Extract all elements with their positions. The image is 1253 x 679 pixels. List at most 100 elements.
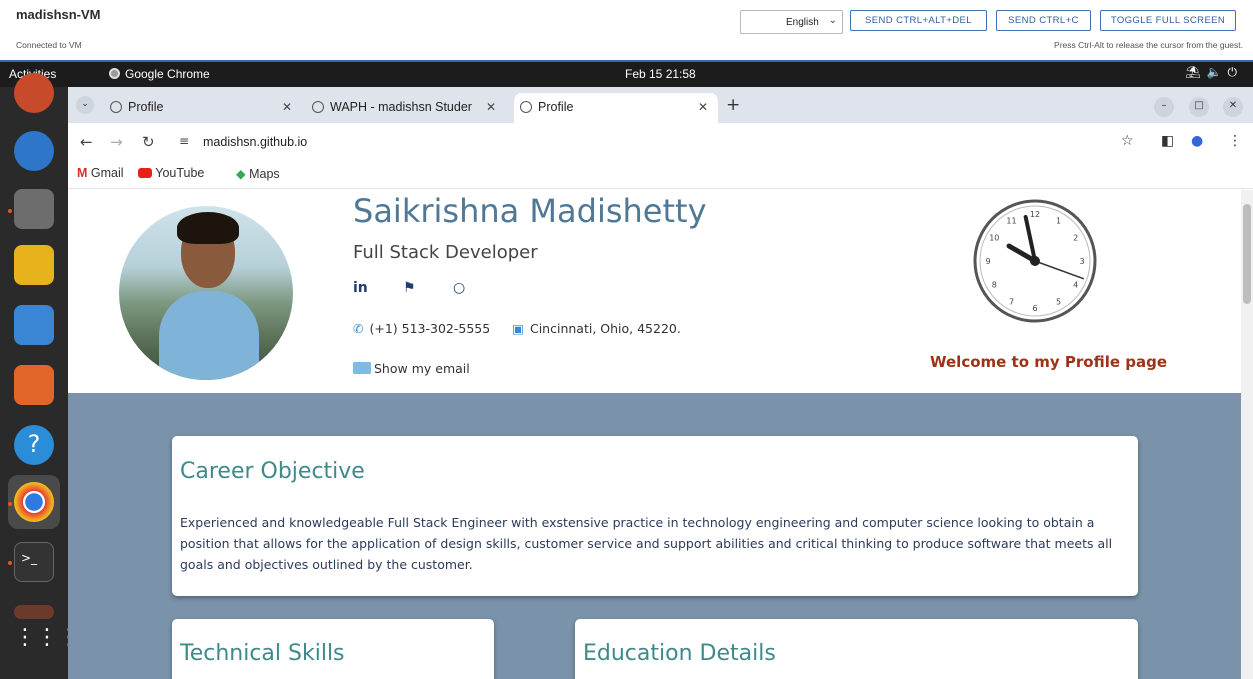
clock-number-3: 3 bbox=[1079, 257, 1084, 266]
send-ctrl-alt-del-button[interactable]: SEND CTRL+ALT+DEL bbox=[850, 10, 987, 31]
help-icon[interactable]: ? bbox=[14, 425, 54, 465]
page-scrollbar[interactable] bbox=[1241, 190, 1253, 679]
github-icon[interactable]: ○ bbox=[453, 280, 503, 296]
bookmark-label: YouTube bbox=[155, 166, 205, 180]
running-indicator bbox=[8, 561, 12, 565]
bookmark-maps[interactable]: ◆ Maps bbox=[236, 166, 280, 181]
close-icon[interactable]: ✕ bbox=[481, 100, 496, 114]
envelope-icon bbox=[353, 362, 371, 374]
clock-number-9: 9 bbox=[985, 257, 990, 266]
maximize-icon[interactable]: □ bbox=[1189, 97, 1209, 117]
reload-icon[interactable]: ↻ bbox=[142, 133, 155, 151]
career-objective-card: Career Objective Experienced and knowled… bbox=[172, 436, 1138, 596]
welcome-message: Welcome to my Profile page bbox=[930, 353, 1167, 371]
clock-number-12: 12 bbox=[1030, 210, 1040, 219]
url-text: madishsn.github.io bbox=[203, 135, 308, 149]
tab-search-icon[interactable]: ⌄ bbox=[76, 96, 94, 114]
clock-number-2: 2 bbox=[1073, 234, 1078, 243]
clock-number-10: 10 bbox=[989, 234, 999, 243]
social-links: in ⚑ ○ bbox=[353, 280, 503, 296]
analog-clock: 121234567891011 bbox=[973, 199, 1097, 323]
contact-card-icon: ▣ bbox=[512, 321, 524, 336]
close-window-icon[interactable]: ✕ bbox=[1223, 97, 1243, 117]
toggle-fullscreen-button[interactable]: TOGGLE FULL SCREEN bbox=[1100, 10, 1236, 31]
scrollbar-thumb[interactable] bbox=[1243, 204, 1251, 304]
running-indicator bbox=[8, 209, 12, 213]
phone-icon: ✆ bbox=[353, 321, 364, 336]
site-info-icon[interactable]: ≡ bbox=[179, 134, 189, 148]
panel-clock[interactable]: Feb 15 21:58 bbox=[625, 67, 696, 81]
firefox-icon[interactable] bbox=[14, 73, 54, 113]
education-details-card: Education Details bbox=[575, 619, 1138, 679]
vm-toolbar: madishsn-VM Connected to VM Press Ctrl-A… bbox=[0, 0, 1253, 60]
back-icon[interactable]: ← bbox=[80, 133, 93, 151]
contact-line: ✆ (+1) 513-302-5555 ▣ Cincinnati, Ohio, 45… bbox=[353, 321, 681, 336]
bookmark-label: Gmail bbox=[90, 166, 124, 180]
maps-icon: ◆ bbox=[236, 167, 246, 181]
app-menu[interactable]: Google Chrome bbox=[109, 67, 210, 81]
rhythmbox-icon[interactable] bbox=[14, 245, 54, 285]
clock-number-7: 7 bbox=[1009, 298, 1014, 307]
profile-role: Full Stack Developer bbox=[353, 242, 538, 263]
globe-icon bbox=[520, 101, 532, 113]
show-email-label: Show my email bbox=[374, 361, 470, 376]
files-icon[interactable] bbox=[14, 189, 54, 229]
tab-waph[interactable]: WAPH - madishsn Studer ✕ bbox=[306, 93, 506, 123]
profile-avatar-icon[interactable]: ● bbox=[1191, 133, 1203, 149]
show-apps-icon[interactable]: ⋮⋮⋮ bbox=[14, 627, 80, 667]
bookmark-gmail[interactable]: M Gmail bbox=[77, 166, 124, 180]
youtube-icon bbox=[138, 168, 152, 178]
tab-strip: ⌄ Profile ✕ WAPH - madishsn Studer ✕ Pro… bbox=[68, 87, 1253, 123]
language-select[interactable]: English ⌄ bbox=[740, 10, 843, 34]
twitter-icon[interactable]: ⚑ bbox=[403, 280, 453, 296]
panel-accent-line bbox=[0, 60, 1253, 62]
browser-toolbar: ← → ↻ ≡ madishsn.github.io ☆ ◧ ● ⋮ bbox=[68, 123, 1253, 161]
software-center-icon[interactable] bbox=[14, 365, 54, 405]
vm-release-hint: Press Ctrl-Alt to release the cursor fro… bbox=[1054, 40, 1243, 50]
chrome-icon bbox=[109, 68, 120, 79]
gmail-icon: M bbox=[77, 166, 88, 180]
new-tab-icon[interactable]: + bbox=[726, 95, 740, 115]
photo-shirt bbox=[159, 291, 259, 380]
photo-hair bbox=[177, 212, 239, 244]
tab-profile-1[interactable]: Profile ✕ bbox=[104, 93, 302, 123]
close-icon[interactable]: ✕ bbox=[698, 100, 708, 114]
bookmark-youtube[interactable]: YouTube bbox=[138, 166, 204, 180]
side-panel-icon[interactable]: ◧ bbox=[1161, 133, 1174, 149]
send-ctrl-c-button[interactable]: SEND CTRL+C bbox=[996, 10, 1091, 31]
chrome-dock-icon[interactable] bbox=[14, 482, 54, 522]
minimize-icon[interactable]: – bbox=[1154, 97, 1174, 117]
system-panel: Activities Google Chrome Feb 15 21:58 ⛱🔈… bbox=[0, 60, 1253, 87]
bookmark-star-icon[interactable]: ☆ bbox=[1121, 133, 1134, 149]
address-bar[interactable]: ≡ madishsn.github.io bbox=[173, 128, 1173, 156]
trash-icon[interactable] bbox=[14, 605, 54, 619]
linkedin-icon[interactable]: in bbox=[353, 280, 403, 296]
thunderbird-icon[interactable] bbox=[14, 131, 54, 171]
clock-center bbox=[1030, 256, 1040, 266]
tab-label: WAPH - madishsn Studer bbox=[330, 100, 472, 114]
terminal-icon[interactable]: >_ bbox=[14, 542, 54, 582]
writer-icon[interactable] bbox=[14, 305, 54, 345]
phone-number: (+1) 513-302-5555 bbox=[369, 321, 491, 336]
clock-number-5: 5 bbox=[1056, 298, 1061, 307]
profile-photo bbox=[119, 206, 293, 380]
globe-icon bbox=[312, 101, 324, 113]
location: Cincinnati, Ohio, 45220. bbox=[529, 321, 681, 336]
volume-icon: 🔈 bbox=[1206, 65, 1228, 79]
menu-icon[interactable]: ⋮ bbox=[1228, 133, 1242, 149]
dock: ? >_ ⋮⋮⋮ bbox=[0, 73, 80, 679]
close-icon[interactable]: ✕ bbox=[282, 100, 292, 114]
clock-number-4: 4 bbox=[1073, 281, 1078, 290]
technical-skills-title: Technical Skills bbox=[180, 641, 345, 666]
show-email-link[interactable]: Show my email bbox=[353, 361, 470, 376]
network-icon: ⛱ bbox=[1185, 65, 1207, 79]
profile-header: Saikrishna Madishetty Full Stack Develop… bbox=[68, 190, 1241, 393]
career-objective-title: Career Objective bbox=[180, 459, 365, 484]
tab-profile-active[interactable]: Profile ✕ bbox=[514, 93, 718, 123]
system-tray[interactable]: ⛱🔈⏻ bbox=[1185, 65, 1243, 80]
forward-icon[interactable]: → bbox=[110, 133, 123, 151]
career-objective-text: Experienced and knowledgeable Full Stack… bbox=[180, 515, 1113, 572]
language-value: English bbox=[786, 17, 819, 28]
globe-icon bbox=[110, 101, 122, 113]
web-page: Saikrishna Madishetty Full Stack Develop… bbox=[68, 190, 1241, 679]
